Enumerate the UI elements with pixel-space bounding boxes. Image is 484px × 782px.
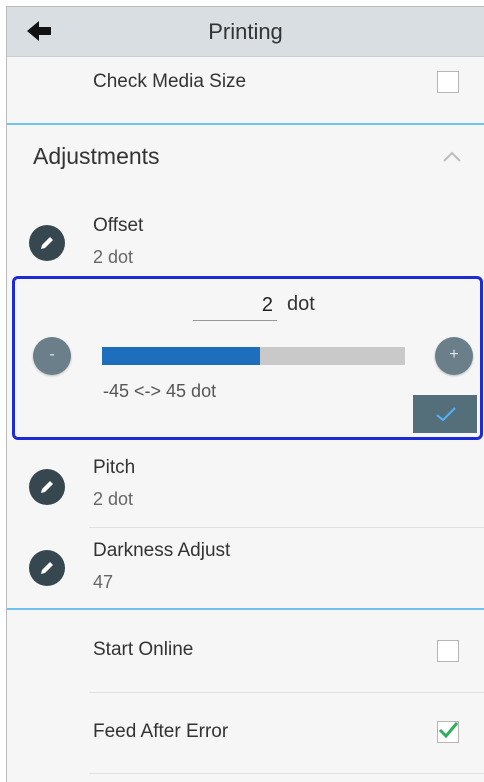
- edit-offset-button[interactable]: [29, 225, 65, 261]
- offset-unit: dot: [287, 293, 315, 315]
- page-title: Printing: [208, 19, 283, 44]
- checkmark-icon: [438, 722, 459, 739]
- start-online-checkbox[interactable]: [437, 640, 459, 662]
- decrement-button[interactable]: -: [33, 337, 71, 375]
- offset-value-input[interactable]: [193, 291, 277, 321]
- feed-after-error-row[interactable]: Feed After Error: [7, 693, 484, 773]
- checkmark-icon: [436, 407, 456, 422]
- printing-settings-screen: Printing Check Media Size Adjustments Of…: [6, 6, 484, 782]
- adjustments-header[interactable]: Adjustments: [7, 125, 484, 195]
- offset-value: 2 dot: [93, 247, 134, 267]
- darkness-adjust-row: Darkness Adjust 47: [7, 528, 484, 608]
- pencil-icon: [41, 237, 53, 249]
- check-media-size-label: Check Media Size: [93, 71, 247, 92]
- offset-editor-panel: dot - + -45 <-> 45 dot: [12, 276, 483, 440]
- top-bar: Printing: [7, 7, 484, 57]
- offset-range-text: -45 <-> 45 dot: [103, 381, 217, 401]
- pitch-row: Pitch 2 dot: [7, 447, 484, 527]
- feed-after-error-checkbox[interactable]: [437, 721, 459, 743]
- check-media-size-checkbox[interactable]: [437, 71, 459, 93]
- darkness-adjust-value: 47: [93, 572, 114, 592]
- edit-darkness-button[interactable]: [29, 550, 65, 586]
- start-online-row[interactable]: Start Online: [7, 610, 484, 692]
- adjustments-title: Adjustments: [33, 143, 160, 169]
- offset-slider-fill: [102, 347, 260, 365]
- increment-button[interactable]: +: [435, 337, 473, 375]
- chevron-up-icon[interactable]: [440, 149, 464, 165]
- offset-label: Offset: [93, 215, 144, 236]
- pitch-label: Pitch: [93, 457, 136, 478]
- pencil-icon: [41, 481, 53, 493]
- pencil-icon: [41, 562, 53, 574]
- start-online-label: Start Online: [93, 639, 194, 660]
- pitch-value: 2 dot: [93, 489, 134, 509]
- feed-after-error-label: Feed After Error: [93, 721, 229, 742]
- offset-row: Offset 2 dot: [7, 207, 484, 273]
- check-media-size-row[interactable]: Check Media Size: [7, 59, 484, 123]
- edit-pitch-button[interactable]: [29, 469, 65, 505]
- row-divider: [89, 773, 484, 774]
- darkness-adjust-label: Darkness Adjust: [93, 540, 231, 561]
- offset-slider[interactable]: [102, 347, 405, 365]
- confirm-button[interactable]: [413, 395, 477, 433]
